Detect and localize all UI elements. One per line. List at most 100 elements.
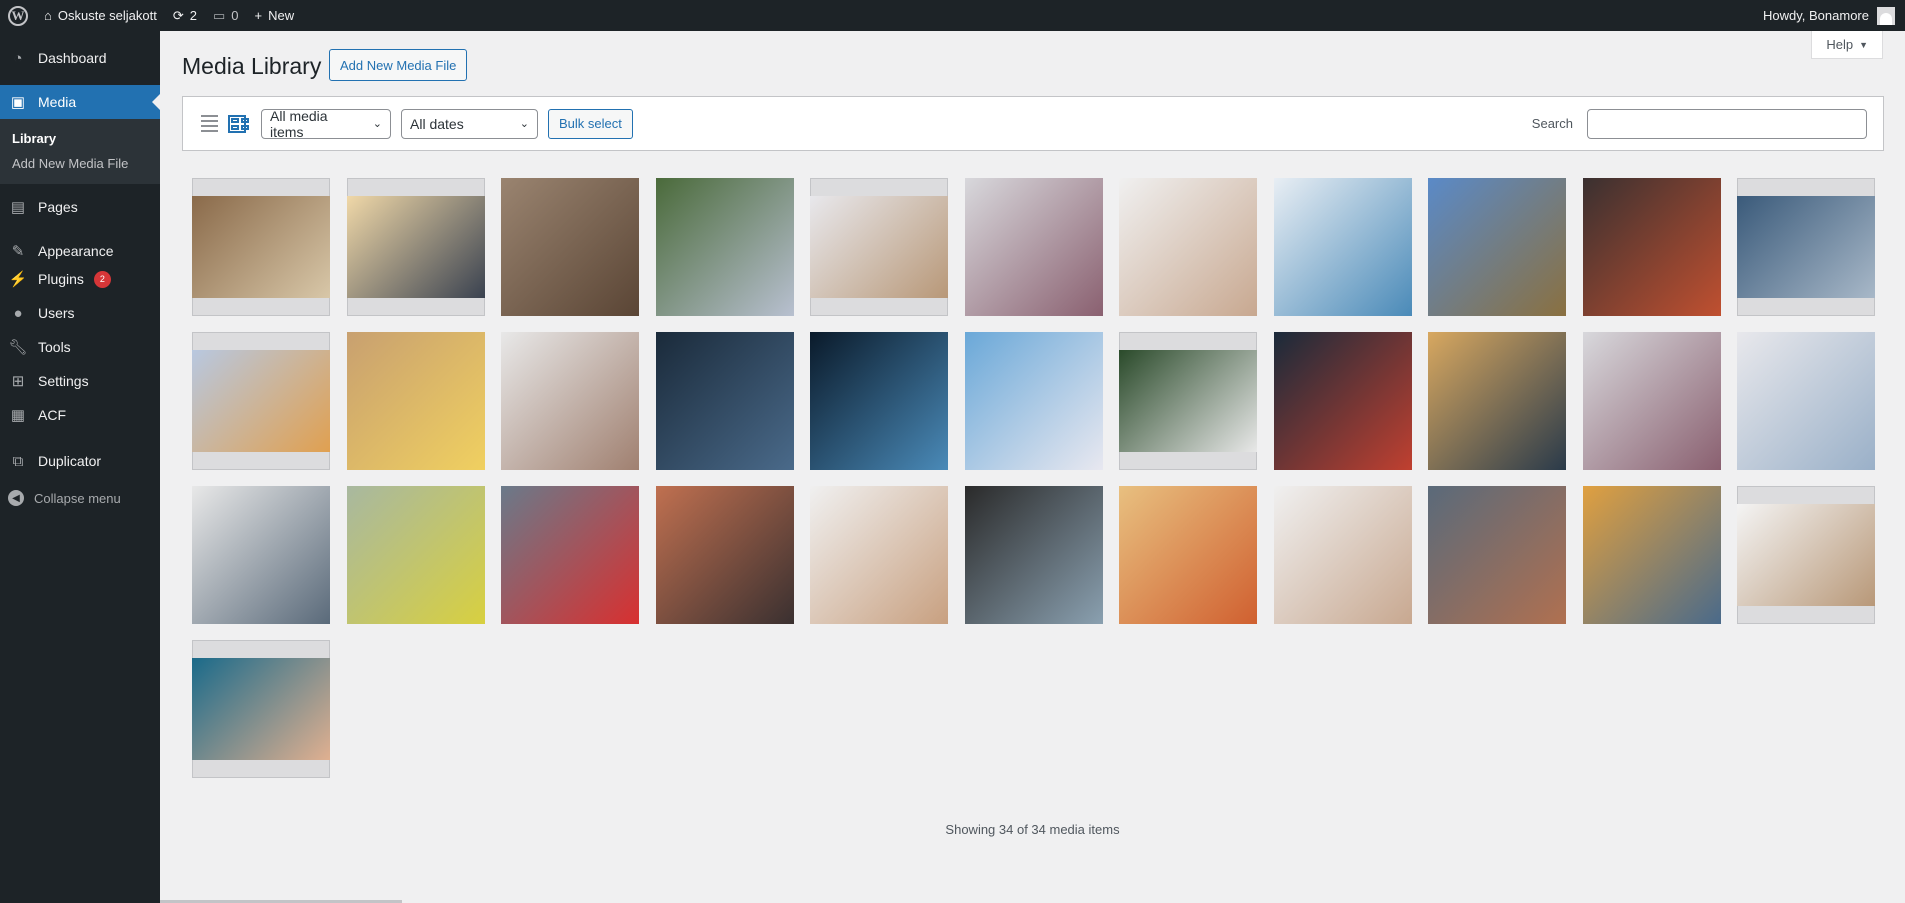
main-content: Help ▼ Media Library Add New Media File … [160, 31, 1905, 903]
bulk-select-button[interactable]: Bulk select [548, 108, 633, 139]
menu-dashboard[interactable]: ◔ Dashboard [0, 41, 160, 75]
duplicator-icon: ⧉ [12, 452, 24, 470]
media-item-surveyor[interactable] [1119, 486, 1257, 624]
avatar [1877, 6, 1895, 25]
media-item-city-skyline[interactable] [192, 332, 330, 470]
new-content-link[interactable]: + New [247, 0, 303, 31]
menu-pages[interactable]: ▤ Pages [0, 190, 160, 224]
media-item-signing-document[interactable] [810, 486, 948, 624]
search-label: Search [1531, 116, 1573, 131]
media-item-digital-hand[interactable] [810, 332, 948, 470]
help-tab-button[interactable]: Help ▼ [1811, 31, 1883, 59]
media-item-woman-meeting-2[interactable] [1737, 332, 1875, 470]
media-item-speaker-outdoors[interactable] [655, 178, 794, 316]
media-item-rubiks-cube[interactable] [192, 640, 330, 778]
menu-plugins-label: Plugins [38, 271, 84, 287]
media-item-team-desk[interactable] [1582, 486, 1721, 624]
paintbrush-icon: ✎ [11, 243, 25, 260]
site-name-label: Oskuste seljakott [57, 8, 157, 23]
media-item-engineer-blueprint[interactable] [1737, 178, 1875, 316]
caret-down-icon: ▼ [1859, 39, 1868, 50]
media-item-woman-meeting[interactable] [810, 178, 948, 316]
media-item-monitor-office[interactable] [1428, 332, 1566, 470]
menu-settings[interactable]: ⊞ Settings [0, 364, 160, 398]
media-item-group-discussion[interactable] [964, 178, 1103, 316]
media-item-tablet-charts[interactable] [1273, 178, 1412, 316]
media-item-farmer-field[interactable] [1428, 178, 1566, 316]
media-item-electrical-panel[interactable] [501, 486, 639, 624]
media-thumbnail [655, 332, 794, 470]
list-view-icon[interactable] [199, 114, 219, 134]
howdy-text: Howdy, Bonamore [1763, 8, 1869, 23]
menu-acf[interactable]: ▦ ACF [0, 398, 160, 432]
media-thumbnail [1119, 349, 1257, 453]
chevron-down-icon: ⌄ [372, 118, 382, 130]
media-thumbnail [1273, 178, 1412, 316]
new-label: New [268, 8, 295, 23]
menu-dashboard-label: Dashboard [38, 50, 107, 66]
collapse-arrow-icon: ◀ [8, 490, 24, 506]
menu-media[interactable]: ▣ Media [0, 85, 160, 119]
home-icon: ⌂ [44, 8, 52, 23]
search-input[interactable] [1587, 108, 1867, 139]
collapse-menu-button[interactable]: ◀ Collapse menu [0, 482, 160, 514]
media-thumbnail [1737, 503, 1875, 607]
media-count-text: Showing 34 of 34 media items [945, 822, 1120, 837]
media-thumbnail [655, 486, 794, 624]
media-item-hand-drawing-2[interactable] [1273, 486, 1412, 624]
media-thumbnail [192, 486, 330, 624]
media-type-filter[interactable]: All media items ⌄ [261, 107, 391, 140]
media-item-group-circle[interactable] [501, 332, 639, 470]
menu-duplicator[interactable]: ⧉ Duplicator [0, 444, 160, 478]
media-thumbnail [1273, 332, 1412, 470]
menu-plugins[interactable]: ⚡ Plugins 2 [0, 262, 160, 296]
wordpress-logo-button[interactable]: W [0, 0, 36, 31]
media-thumbnail [964, 486, 1103, 624]
site-name-link[interactable]: ⌂ Oskuste seljakott [36, 0, 165, 31]
help-label: Help [1826, 37, 1854, 52]
media-thumbnail [501, 332, 639, 470]
media-item-laptop-phone[interactable] [964, 486, 1103, 624]
media-item-hand-drawing[interactable] [1119, 178, 1257, 316]
media-thumbnail [810, 332, 948, 470]
menu-tools[interactable]: 🔧︎ Tools [0, 330, 160, 364]
comments-link[interactable]: ▭ 0 [205, 0, 247, 31]
media-thumbnail [1119, 486, 1257, 624]
media-item-bricklayer[interactable] [655, 486, 794, 624]
media-item-robot-eye[interactable] [1273, 332, 1412, 470]
page-title: Media Library [182, 53, 322, 79]
account-menu[interactable]: Howdy, Bonamore [1763, 6, 1905, 25]
updates-icon: ⟳ [172, 7, 184, 23]
media-item-whiteboard-team[interactable] [192, 486, 330, 624]
grid-view-icon[interactable] [227, 114, 249, 134]
media-item-group-discussion-2[interactable] [1582, 332, 1721, 470]
media-item-truck-driver[interactable] [192, 178, 330, 316]
media-thumbnail [810, 486, 948, 624]
media-type-filter-value: All media items [270, 107, 328, 140]
date-filter[interactable]: All dates ⌄ [401, 108, 538, 139]
add-new-media-button[interactable]: Add New Media File [329, 49, 468, 81]
media-grid [192, 178, 1882, 778]
chevron-down-icon: ⌄ [519, 118, 529, 130]
media-item-eye-doctor[interactable] [964, 332, 1103, 470]
media-item-lab-scientist[interactable] [1119, 332, 1257, 470]
menu-acf-label: ACF [38, 407, 66, 423]
updates-link[interactable]: ⟳ 2 [165, 0, 205, 31]
submenu-add-new[interactable]: Add New Media File [0, 151, 160, 176]
media-thumbnail [346, 195, 485, 299]
media-item-circuit-soldering[interactable] [1428, 486, 1566, 624]
media-item-welder[interactable] [1582, 178, 1721, 316]
media-thumbnail [1737, 332, 1875, 470]
media-item-earth-screen[interactable] [655, 332, 794, 470]
menu-pages-label: Pages [38, 199, 78, 215]
menu-users[interactable]: ● Users [0, 296, 160, 330]
submenu-library[interactable]: Library [0, 126, 160, 151]
media-item-hardhat-workers[interactable] [346, 486, 485, 624]
date-filter-value: All dates [410, 115, 464, 132]
media-item-laptop-desk[interactable] [1737, 486, 1875, 624]
media-item-call-center[interactable] [346, 332, 485, 470]
media-item-carpenter[interactable] [501, 178, 639, 316]
media-thumbnail [1273, 486, 1412, 624]
media-thumbnail [1737, 195, 1875, 299]
media-item-cockpit[interactable] [346, 178, 485, 316]
